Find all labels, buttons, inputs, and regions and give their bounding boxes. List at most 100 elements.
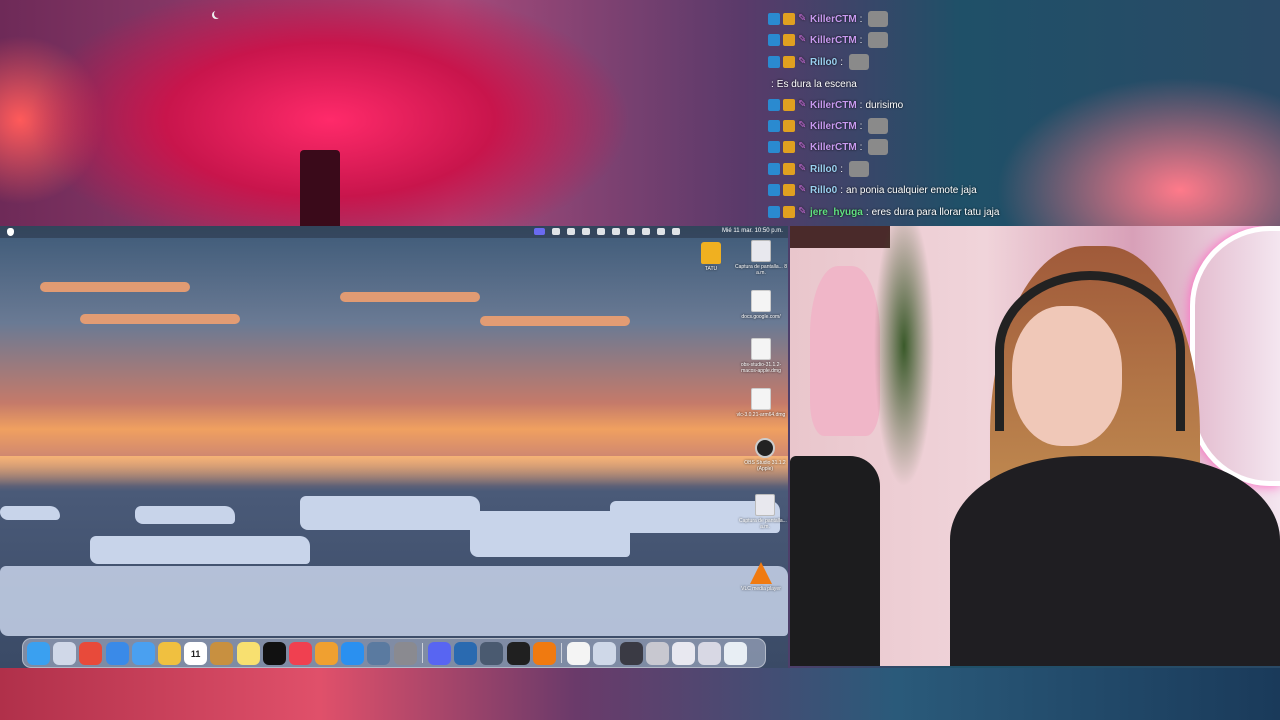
vlc-icon[interactable] [532, 641, 556, 665]
chat-emote-icon [868, 11, 889, 27]
doc-file-icon[interactable] [567, 641, 591, 665]
apple-tv-icon[interactable] [262, 641, 286, 665]
badge-prime-icon [768, 120, 780, 132]
shot-file-icon [751, 240, 771, 262]
headphones-icon[interactable] [567, 228, 575, 235]
chat-message: ✎ KillerCTM: [768, 31, 889, 49]
photos-icon[interactable] [157, 641, 181, 665]
chat-message: ✎ KillerCTM: [768, 117, 889, 135]
chat-username[interactable]: KillerCTM [810, 121, 857, 132]
discord-icon[interactable] [428, 641, 451, 665]
control-center-icon[interactable] [657, 228, 665, 235]
ice-floe [135, 506, 235, 524]
chat-username[interactable]: KillerCTM [810, 100, 857, 111]
badge-prime-icon [768, 56, 780, 68]
battery-icon[interactable] [627, 228, 635, 235]
chat-colon: : [840, 184, 844, 196]
display-icon[interactable] [612, 228, 620, 235]
app-orange-icon[interactable] [210, 641, 234, 665]
chat-text: an ponia cualquier emote jaja [846, 184, 977, 196]
chrome-icon[interactable] [79, 641, 103, 665]
chat-username[interactable]: Rillo0 [810, 185, 837, 196]
chat-message: ✎ KillerCTM: durisimo [768, 96, 903, 114]
app-blue-icon[interactable] [454, 641, 478, 665]
ice-floe [0, 506, 60, 520]
mail-icon[interactable] [131, 641, 155, 665]
window-icon-2[interactable] [619, 641, 643, 665]
desktop-item[interactable]: Captura de pantalla... 8 a.m. [734, 240, 788, 276]
dock-separator [560, 643, 562, 663]
ice-floe [0, 566, 788, 636]
window-icon-1[interactable] [593, 641, 617, 665]
ice-floe [300, 496, 480, 530]
chat-username[interactable]: jere_hyuga [810, 207, 863, 218]
badge-prime-icon [768, 34, 780, 46]
chat-text: eres dura para llorar tatu jaja [871, 206, 1000, 218]
focus-icon[interactable] [582, 228, 590, 235]
chat-colon: : [859, 141, 863, 153]
pages-icon[interactable] [315, 641, 339, 665]
desktop-item[interactable]: OBS Studio 31.1.2 (Apple) [738, 438, 788, 472]
shot-file-icon [755, 494, 775, 516]
calendar-icon[interactable]: 11 [184, 641, 208, 665]
chat-text: durisimo [865, 99, 904, 111]
tree-trunk [300, 150, 340, 230]
badge-crown-icon [783, 184, 795, 196]
menu-clock[interactable]: Mié 11 mar. 10:50 p.m. [722, 228, 783, 234]
chat-username[interactable]: KillerCTM [810, 35, 857, 46]
chat-colon: : [859, 120, 863, 132]
desktop-item-label: Captura de pantalla... 8 a.m. [735, 264, 787, 276]
window-icon-3[interactable] [645, 641, 669, 665]
screenshot-app-icon[interactable] [480, 641, 504, 665]
chat-colon: : [859, 34, 863, 46]
desktop-item-label: TATU [704, 266, 718, 272]
chat-text: Es dura la escena [776, 78, 857, 90]
iphone-mirroring-icon[interactable] [367, 641, 391, 665]
window-icon-5[interactable] [698, 641, 722, 665]
apple-menu-icon[interactable] [7, 228, 14, 236]
app-store-icon[interactable] [341, 641, 365, 665]
chat-emote-icon [868, 118, 889, 134]
badge-pen-icon: ✎ [798, 99, 807, 110]
obs-icon[interactable] [506, 641, 530, 665]
window-icon-4[interactable] [671, 641, 695, 665]
desktop-item[interactable]: docs.google.com/ [734, 290, 788, 320]
badge-crown-icon [783, 99, 795, 111]
screen-recording-icon[interactable] [534, 228, 545, 235]
badge-prime-icon [768, 184, 780, 196]
system-settings-icon[interactable] [393, 641, 417, 665]
trash-icon[interactable] [724, 641, 748, 665]
music-icon[interactable] [288, 641, 312, 665]
badge-crown-icon [783, 120, 795, 132]
desktop-item-label: vlc-3.0.21-arm64.dmg [736, 412, 786, 418]
chat-message: ✎ Rillo0: an ponia cualquier emote jaja [768, 181, 977, 199]
vlc-file-icon [750, 562, 772, 584]
bluetooth-icon[interactable] [597, 228, 605, 235]
badge-prime-icon [768, 99, 780, 111]
wifi-icon[interactable] [642, 228, 650, 235]
finder-icon[interactable] [27, 641, 50, 665]
launchpad-icon[interactable] [53, 641, 77, 665]
badge-prime-icon [768, 206, 780, 218]
notes-icon[interactable] [236, 641, 260, 665]
desktop-item-label: Captura de pantalla... 9 a.m. [739, 518, 788, 530]
desktop-item[interactable]: obs-studio-31.1.2-macos-apple.dmg [734, 338, 788, 374]
desktop-item-label: VLC media player [741, 586, 781, 592]
desktop-item[interactable]: Captura de pantalla... 9 a.m. [738, 494, 788, 530]
desktop-item[interactable]: TATU [684, 242, 738, 272]
badge-pen-icon: ✎ [798, 206, 807, 217]
chat-username[interactable]: Rillo0 [810, 164, 837, 175]
cloud-streak [340, 292, 480, 302]
desktop-item[interactable]: vlc-3.0.21-arm64.dmg [734, 388, 788, 418]
chat-username[interactable]: KillerCTM [810, 14, 857, 25]
chat-username[interactable]: Rillo0 [810, 57, 837, 68]
chat-colon: : [771, 78, 774, 90]
ice-floe [470, 511, 630, 557]
chat-username[interactable]: KillerCTM [810, 142, 857, 153]
calendar-day: 11 [190, 648, 201, 659]
chat-message: ✎ Rillo0: [768, 53, 870, 71]
safari-icon[interactable] [105, 641, 129, 665]
siri-icon[interactable] [672, 228, 680, 235]
desktop-item[interactable]: VLC media player [734, 562, 788, 592]
arrow-icon[interactable] [552, 228, 560, 235]
